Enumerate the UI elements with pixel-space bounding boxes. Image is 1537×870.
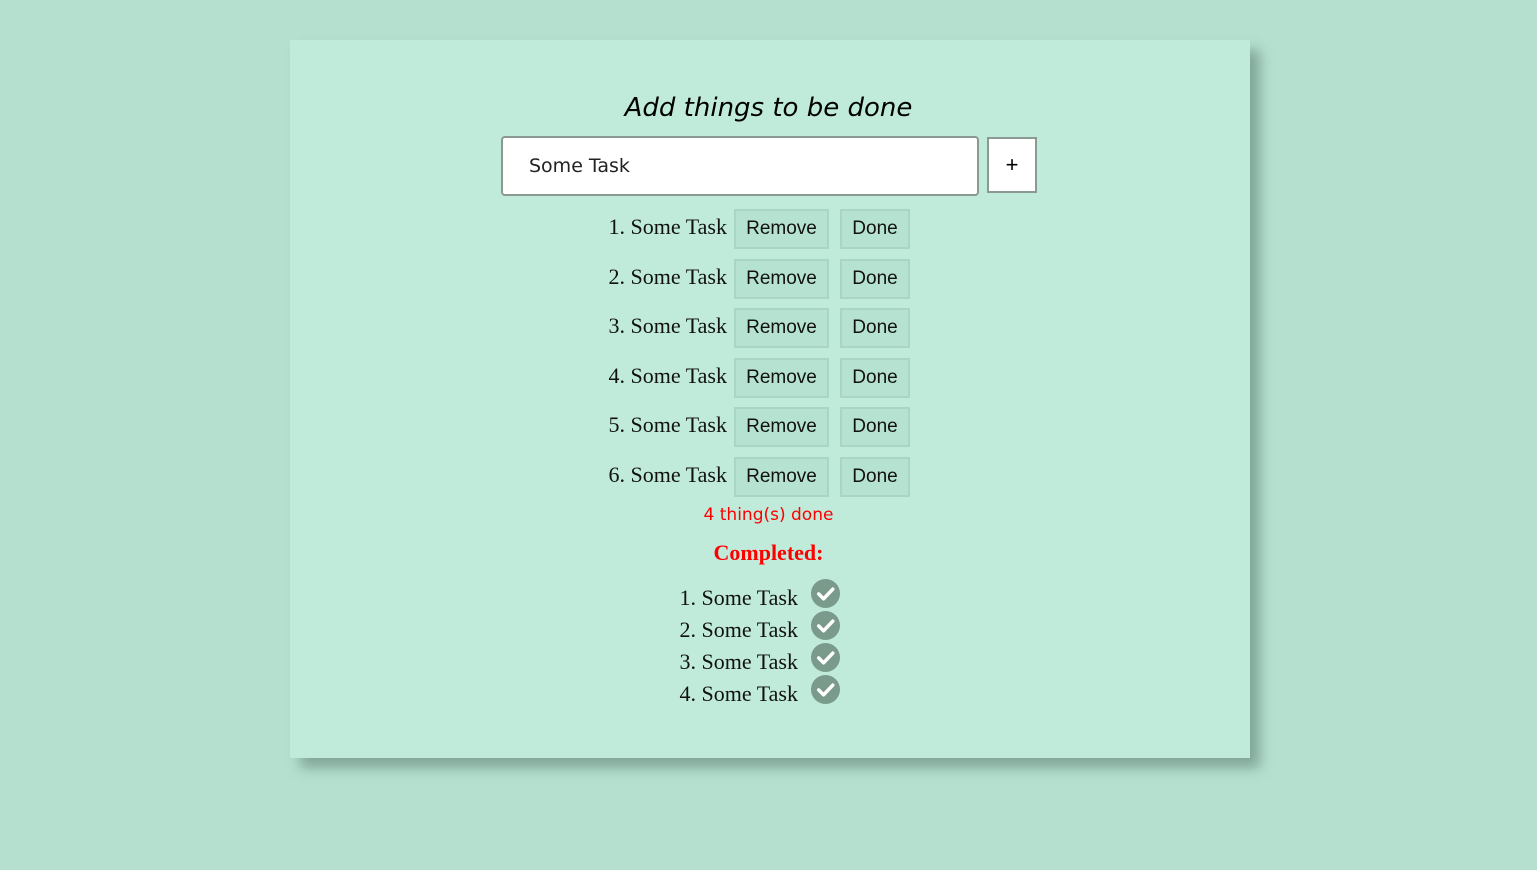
done-count: 4 thing(s) done [703,505,834,525]
remove-button[interactable]: Remove [734,308,829,348]
todo-item-label: 3. Some Task [608,313,727,338]
add-task-button[interactable]: + [987,137,1037,193]
completed-item-label: 3. Some Task [679,649,798,674]
todo-item-label: 1. Some Task [608,214,727,239]
todo-item: 3. Some Task Remove Done [560,308,920,348]
page-title: Add things to be done [624,93,913,123]
done-button[interactable]: Done [840,209,910,249]
todo-item-label: 2. Some Task [608,264,727,289]
check-circle-icon [810,578,841,609]
done-button[interactable]: Done [840,358,910,398]
done-button[interactable]: Done [840,259,910,299]
done-button[interactable]: Done [840,407,910,447]
task-input[interactable] [501,136,979,196]
completed-item: 4. Some Task [660,674,860,710]
todo-item: 1. Some Task Remove Done [560,209,920,249]
remove-button[interactable]: Remove [734,259,829,299]
remove-button[interactable]: Remove [734,209,829,249]
completed-item-label: 2. Some Task [679,617,798,642]
check-circle-icon [810,610,841,641]
todo-item: 4. Some Task Remove Done [560,358,920,398]
completed-item-label: 1. Some Task [679,585,798,610]
todo-item-label: 6. Some Task [608,462,727,487]
check-circle-icon [810,674,841,705]
todo-item: 5. Some Task Remove Done [560,407,920,447]
check-circle-icon [810,642,841,673]
done-button[interactable]: Done [840,457,910,497]
todo-item-label: 5. Some Task [608,412,727,437]
todo-item-label: 4. Some Task [608,363,727,388]
remove-button[interactable]: Remove [734,457,829,497]
done-button[interactable]: Done [840,308,910,348]
todo-item: 2. Some Task Remove Done [560,259,920,299]
todo-item: 6. Some Task Remove Done [560,457,920,497]
completed-item-label: 4. Some Task [679,681,798,706]
completed-heading: Completed: [713,540,824,565]
remove-button[interactable]: Remove [734,407,829,447]
remove-button[interactable]: Remove [734,358,829,398]
